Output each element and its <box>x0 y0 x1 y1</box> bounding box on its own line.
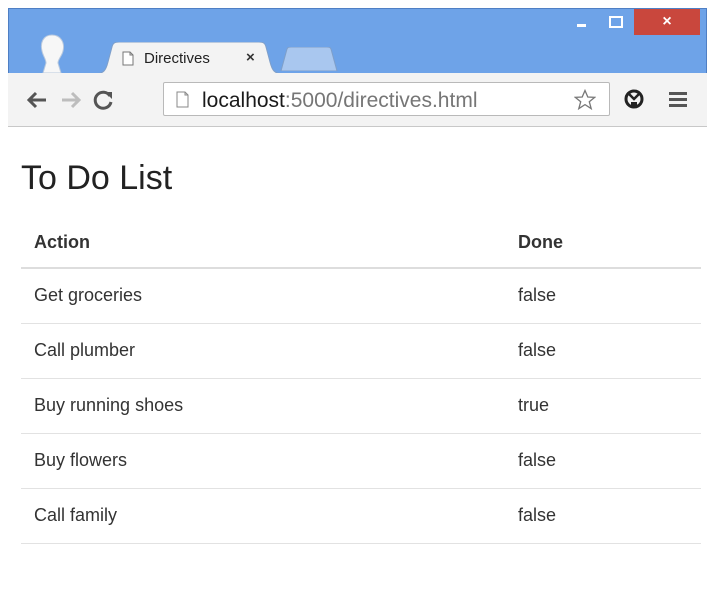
page-icon <box>176 91 189 108</box>
done-cell: false <box>505 323 701 379</box>
table-header-row: Action Done <box>21 217 701 269</box>
done-cell: false <box>505 488 701 544</box>
action-cell: Get groceries <box>21 268 505 324</box>
done-cell: false <box>505 433 701 489</box>
title-bar[interactable]: Directives × × <box>9 9 706 74</box>
done-cell: false <box>505 268 701 324</box>
action-cell: Call plumber <box>21 323 505 379</box>
table-row: Buy running shoes true <box>21 378 701 434</box>
back-button[interactable] <box>26 89 48 111</box>
address-bar[interactable]: localhost:5000/directives.html <box>163 82 610 116</box>
page-icon <box>122 51 134 66</box>
table-row: Get groceries false <box>21 268 701 324</box>
url-host: localhost <box>202 89 285 112</box>
action-cell: Call family <box>21 488 505 544</box>
forward-button[interactable] <box>60 89 82 111</box>
menu-icon[interactable] <box>668 90 688 108</box>
reload-button[interactable] <box>92 89 114 111</box>
maximize-button[interactable] <box>600 9 632 35</box>
forward-arrow-icon <box>62 91 81 109</box>
action-cell: Buy flowers <box>21 433 505 489</box>
column-header-action: Action <box>21 217 505 269</box>
done-cell: true <box>505 378 701 434</box>
browser-toolbar: localhost:5000/directives.html <box>8 73 707 127</box>
minimize-button[interactable] <box>566 9 598 35</box>
minimize-icon <box>577 24 586 27</box>
close-icon: × <box>662 13 672 30</box>
table-row: Buy flowers false <box>21 433 701 489</box>
bookmark-star-icon[interactable] <box>574 89 596 111</box>
table-row: Call family false <box>21 488 701 544</box>
url-text[interactable]: localhost:5000/directives.html <box>202 89 477 113</box>
table-row: Call plumber false <box>21 323 701 379</box>
close-window-button[interactable]: × <box>634 9 700 35</box>
tab-close-icon[interactable]: × <box>246 49 255 66</box>
tab-directives[interactable]: Directives × <box>94 42 284 74</box>
new-tab-button[interactable] <box>279 47 339 71</box>
page-content: To Do List Action Done Get groceries fal… <box>8 127 707 590</box>
url-path: :5000/directives.html <box>284 89 478 112</box>
page-title: To Do List <box>21 159 173 197</box>
reload-icon <box>93 90 113 110</box>
todo-table: Action Done Get groceries false Call plu… <box>21 217 701 544</box>
action-cell: Buy running shoes <box>21 378 505 434</box>
extension-icon[interactable] <box>622 87 646 111</box>
tab-title: Directives <box>144 50 210 67</box>
column-header-done: Done <box>505 217 701 269</box>
back-arrow-icon <box>27 91 46 109</box>
maximize-icon <box>609 16 623 28</box>
profile-icon[interactable] <box>35 33 69 73</box>
